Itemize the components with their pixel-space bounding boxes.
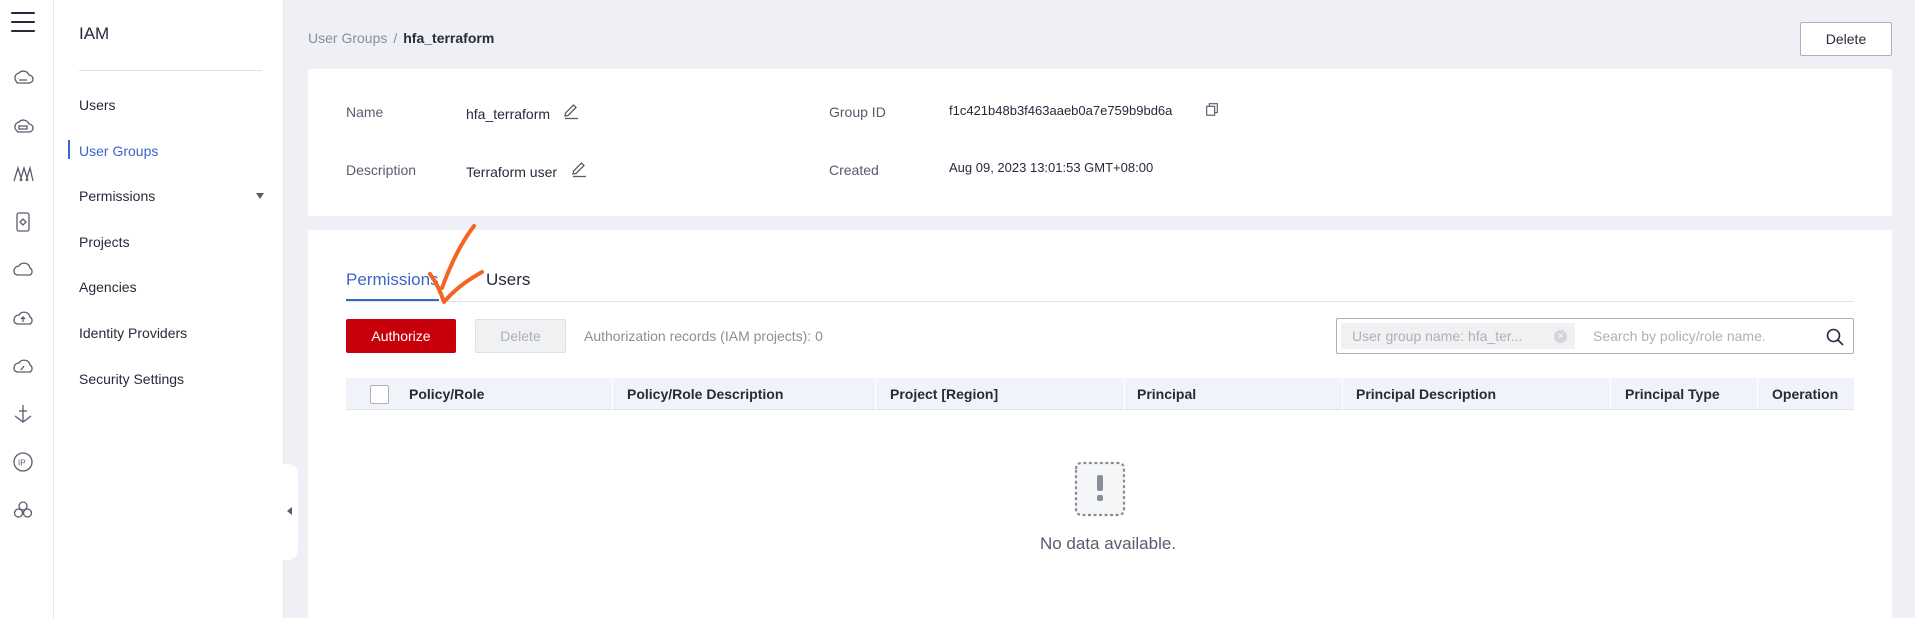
filter-tag-label: User group name: hfa_ter... [1352, 328, 1523, 344]
column-header-policy-role-description[interactable]: Policy/Role Description [627, 386, 783, 402]
sidebar-item-projects[interactable]: Projects [79, 234, 130, 250]
column-separator [875, 378, 876, 410]
empty-state-text: No data available. [308, 534, 1892, 554]
chevron-down-icon[interactable] [256, 193, 264, 199]
authorize-button[interactable]: Authorize [346, 319, 456, 353]
ip-icon[interactable]: IP [11, 450, 35, 474]
document-icon[interactable] [11, 210, 35, 234]
group-id-value: f1c421b48b3f463aaeb0a7e759b9bd6a [949, 103, 1173, 118]
created-value: Aug 09, 2023 13:01:53 GMT+08:00 [949, 160, 1154, 175]
cloud-storage-icon[interactable] [11, 114, 35, 138]
hamburger-menu-icon[interactable] [11, 12, 35, 34]
column-header-principal-type[interactable]: Principal Type [1625, 386, 1720, 402]
iam-sidebar: IAM Users User Groups Permissions Projec… [54, 0, 284, 618]
created-label: Created [829, 162, 879, 178]
sidebar-divider [79, 70, 262, 71]
sidebar-collapse-toggle[interactable] [278, 464, 298, 560]
sidebar-item-permissions[interactable]: Permissions [79, 188, 155, 204]
empty-data-icon [1068, 457, 1132, 521]
cloud-upload-icon[interactable] [11, 306, 35, 330]
cloud-speed-icon[interactable] [11, 354, 35, 378]
description-label: Description [346, 162, 417, 178]
authorization-records-count: Authorization records (IAM projects): 0 [584, 328, 823, 344]
search-icon[interactable] [1825, 327, 1845, 347]
column-header-principal-description[interactable]: Principal Description [1356, 386, 1496, 402]
column-header-policy-role[interactable]: Policy/Role [409, 386, 484, 402]
column-header-principal[interactable]: Principal [1137, 386, 1196, 402]
permissions-panel: Permissions Users Authorize Delete Autho… [308, 230, 1892, 618]
group-info-panel: Name hfa_terraform Description Terraform… [308, 69, 1892, 216]
clear-filter-icon[interactable]: × [1554, 330, 1567, 343]
empty-state-label: No data available. [1039, 534, 1177, 553]
sidebar-item-security-settings[interactable]: Security Settings [79, 371, 184, 387]
column-separator [1757, 378, 1758, 410]
annotation-arrow-icon [428, 224, 484, 304]
network-icon[interactable] [11, 162, 35, 186]
column-separator [1124, 378, 1125, 410]
column-separator [612, 378, 613, 410]
sidebar-item-agencies[interactable]: Agencies [79, 279, 137, 295]
table-header: Policy/Role Policy/Role Description Proj… [346, 378, 1854, 410]
tab-users[interactable]: Users [486, 270, 530, 290]
name-value: hfa_terraform [466, 106, 551, 122]
sidebar-title: IAM [79, 24, 110, 43]
sidebar-item-users[interactable]: Users [79, 97, 116, 113]
cloud-icon[interactable] [11, 258, 35, 282]
breadcrumb: User Groups / hfa_terraform [308, 30, 494, 46]
tabs-divider [346, 301, 1854, 302]
delete-permission-button[interactable]: Delete [475, 319, 566, 353]
breadcrumb-current: hfa_terraform [403, 30, 495, 46]
search-input[interactable]: Search by policy/role name. [1593, 328, 1766, 344]
edit-description-icon[interactable] [570, 160, 588, 178]
anchor-icon[interactable] [11, 402, 35, 426]
column-header-project-region[interactable]: Project [Region] [890, 386, 998, 402]
name-label: Name [346, 104, 384, 120]
search-box[interactable]: User group name: hfa_ter... × Search by … [1336, 318, 1854, 354]
sidebar-active-indicator [68, 140, 70, 159]
sidebar-item-identity-providers[interactable]: Identity Providers [79, 325, 187, 341]
breadcrumb-parent[interactable]: User Groups [308, 30, 387, 46]
service-rail: IP [0, 0, 54, 618]
cluster-icon[interactable] [11, 498, 35, 522]
breadcrumb-separator: / [393, 30, 398, 46]
svg-text:IP: IP [18, 459, 26, 468]
delete-group-button[interactable]: Delete [1800, 22, 1892, 56]
chevron-left-icon [287, 507, 292, 515]
column-header-operation: Operation [1772, 386, 1839, 402]
edit-name-icon[interactable] [562, 102, 580, 120]
group-id-label: Group ID [829, 104, 886, 120]
description-value: Terraform user [466, 164, 558, 180]
column-separator [1342, 378, 1343, 410]
sidebar-item-user-groups[interactable]: User Groups [79, 143, 158, 159]
cloud-server-icon[interactable] [11, 66, 35, 90]
select-all-checkbox[interactable] [370, 385, 389, 404]
filter-tag[interactable]: User group name: hfa_ter... × [1341, 323, 1575, 349]
copy-icon[interactable] [1204, 101, 1222, 119]
column-separator [1610, 378, 1611, 410]
